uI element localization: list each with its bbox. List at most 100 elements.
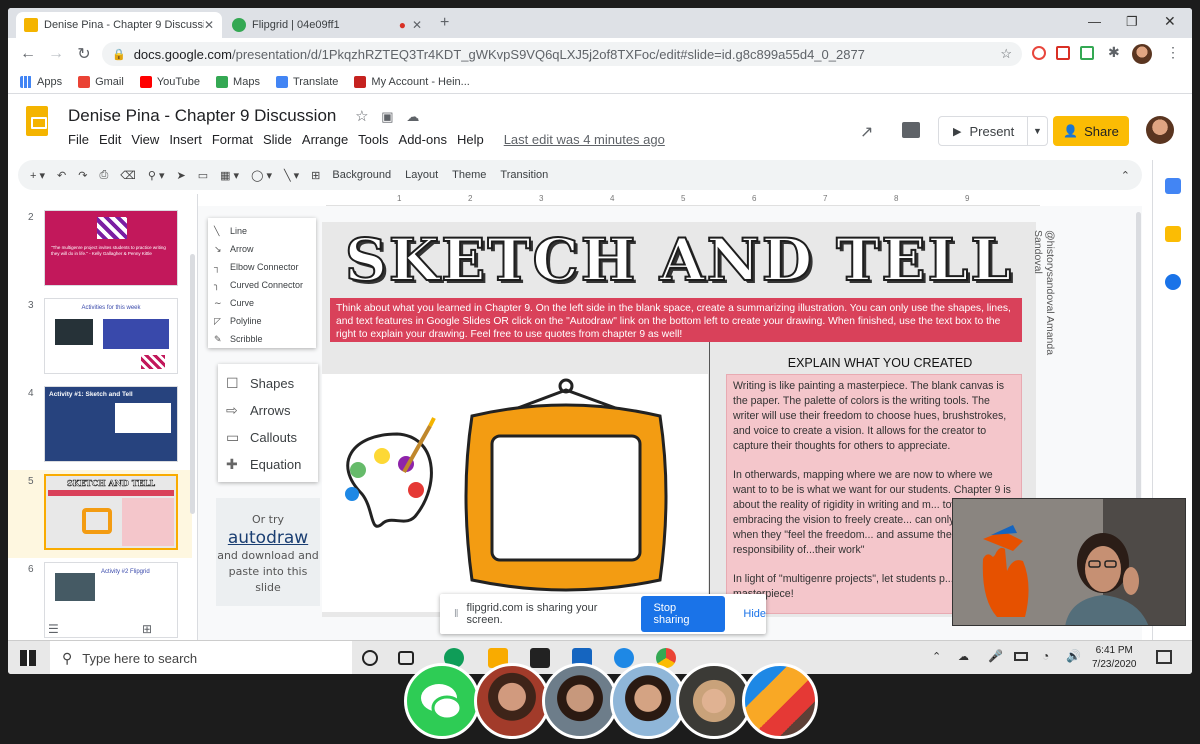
close-window-icon[interactable]: ✕ [1164,13,1176,30]
menu-edit[interactable]: Edit [99,132,121,147]
profile-avatar[interactable] [1132,44,1152,64]
reload-icon[interactable]: ↻ [70,44,98,64]
store-icon[interactable] [530,648,550,668]
wifi-icon[interactable]: ◔ [1042,649,1049,663]
extension-icon[interactable] [1032,46,1046,60]
cloud-icon[interactable]: ☁ [958,650,969,663]
participant-avatar[interactable] [742,663,818,739]
new-slide-icon[interactable]: + ▾ [30,169,45,182]
hide-button[interactable]: Hide [743,608,766,620]
filmstrip-view-icon[interactable]: ☰ [48,622,59,636]
chevron-down-icon[interactable]: ▼ [1027,117,1047,145]
slide-thumbnail-5[interactable]: SKETCH AND TELL [44,474,178,550]
star-icon[interactable]: ☆ [1000,46,1012,62]
windows-start-icon[interactable] [20,650,36,666]
bookmark-apps[interactable]: Apps [20,75,62,88]
slide-title[interactable]: SKETCH AND TELL [322,225,1036,295]
menu-item-curved-connector[interactable]: ╮ Curved Connector [208,276,316,294]
explain-header[interactable]: EXPLAIN WHAT YOU CREATED [732,356,1028,370]
microphone-icon[interactable]: 🎤 [988,649,1003,663]
paint-format-icon[interactable]: ⌫ [120,169,136,182]
battery-icon[interactable] [1014,652,1028,661]
move-folder-icon[interactable]: ▣ [381,109,393,124]
menu-item-shapes[interactable]: ☐ Shapes [218,370,318,397]
slides-logo-icon[interactable] [26,106,48,136]
menu-item-elbow-connector[interactable]: ┐ Elbow Connector [208,258,316,276]
drag-handle-icon[interactable]: ‖ [454,608,459,620]
menu-format[interactable]: Format [212,132,253,147]
background-button[interactable]: Background [332,169,391,181]
safari-icon[interactable] [614,648,634,668]
forward-icon[interactable]: → [42,45,70,63]
tab-slides[interactable]: Denise Pina - Chapter 9 Discussic ✕ [16,12,222,38]
last-edit-link[interactable]: Last edit was 4 minutes ago [504,132,665,147]
minimize-icon[interactable]: — [1088,14,1101,29]
close-icon[interactable]: ✕ [412,18,422,32]
transition-button[interactable]: Transition [500,169,548,181]
participant-avatar[interactable] [610,663,686,739]
grid-view-icon[interactable]: ⊞ [142,622,152,636]
slide-thumbnail-2[interactable]: "The multigenre project invites students… [44,210,178,286]
bookmark-my-account[interactable]: My Account - Hein... [354,75,470,88]
menu-item-arrows[interactable]: ⇨ Arrows [218,397,318,424]
menu-item-callouts[interactable]: ▭ Callouts [218,424,318,451]
puzzle-icon[interactable]: ✱ [1108,44,1120,61]
menu-view[interactable]: View [131,132,159,147]
cortana-icon[interactable] [362,650,378,666]
instructions-banner[interactable]: Think about what you learned in Chapter … [330,298,1022,342]
close-icon[interactable]: ✕ [204,18,214,32]
redo-icon[interactable]: ↷ [78,169,87,182]
account-avatar[interactable] [1146,116,1174,144]
participant-avatar[interactable] [676,663,752,739]
volume-icon[interactable]: 🔊 [1066,649,1081,663]
menu-item-arrow[interactable]: ↘ Arrow [208,240,316,258]
extension-icon[interactable] [1056,46,1070,60]
theme-button[interactable]: Theme [452,169,486,181]
drawing-area[interactable] [322,374,708,612]
bookmark-translate[interactable]: Translate [275,75,338,88]
calendar-icon[interactable] [1165,178,1181,194]
menu-help[interactable]: Help [457,132,484,147]
menu-insert[interactable]: Insert [169,132,202,147]
menu-icon[interactable]: ⋮ [1166,44,1180,61]
menu-file[interactable]: File [68,132,89,147]
activity-icon[interactable]: ↗ [860,122,873,142]
menu-item-scribble[interactable]: ✎ Scribble [208,330,316,348]
chevron-up-icon[interactable]: ⌃ [932,650,941,663]
task-view-icon[interactable] [398,651,414,665]
tab-flipgrid[interactable]: Flipgrid | 04e09ff1 ● ✕ [224,12,430,38]
menu-item-polyline[interactable]: ◸ Polyline [208,312,316,330]
participant-avatar[interactable] [542,663,618,739]
print-icon[interactable]: ⎙ [99,169,108,182]
keep-icon[interactable] [1165,226,1181,242]
restore-icon[interactable]: ❐ [1126,14,1138,30]
menu-item-line[interactable]: ╲ Line [208,222,316,240]
share-button[interactable]: 👤 Share [1053,116,1129,146]
taskbar-clock[interactable]: 6:41 PM 7/23/2020 [1092,644,1137,672]
menu-addons[interactable]: Add-ons [399,132,447,147]
menu-tools[interactable]: Tools [358,132,388,147]
layout-button[interactable]: Layout [405,169,438,181]
line-icon[interactable]: ╲ ▾ [284,169,299,182]
comments-icon[interactable] [902,122,920,138]
slide-canvas[interactable]: SKETCH AND TELL Think about what you lea… [322,222,1036,617]
extension-icon[interactable] [1080,46,1094,60]
shape-icon[interactable]: ◯ ▾ [251,169,272,182]
tasks-icon[interactable] [1165,274,1181,290]
url-bar[interactable]: 🔒 docs.google.com /presentation/d/1Pkqzh… [102,42,1022,66]
slide-thumbnail-4[interactable]: Activity #1: Sketch and Tell [44,386,178,462]
star-icon[interactable]: ☆ [355,108,368,125]
taskbar-search[interactable]: ⚲ Type here to search [50,641,352,674]
menu-item-curve[interactable]: ∼ Curve [208,294,316,312]
document-title[interactable]: Denise Pina - Chapter 9 Discussion ☆ ▣ ☁ [68,106,419,126]
chat-bubble-button[interactable] [404,663,480,739]
stop-sharing-button[interactable]: Stop sharing [641,596,726,632]
bookmark-maps[interactable]: Maps [216,75,260,88]
textbox-icon[interactable]: ▭ [198,169,208,182]
autodraw-link[interactable]: autodraw [216,530,320,547]
bookmark-gmail[interactable]: Gmail [78,75,124,88]
zoom-icon[interactable]: ⚲ ▾ [148,169,165,182]
comment-add-icon[interactable]: ⊞ [311,169,320,182]
present-button[interactable]: ▶ Present ▼ [938,116,1048,146]
undo-icon[interactable]: ↶ [57,169,66,182]
